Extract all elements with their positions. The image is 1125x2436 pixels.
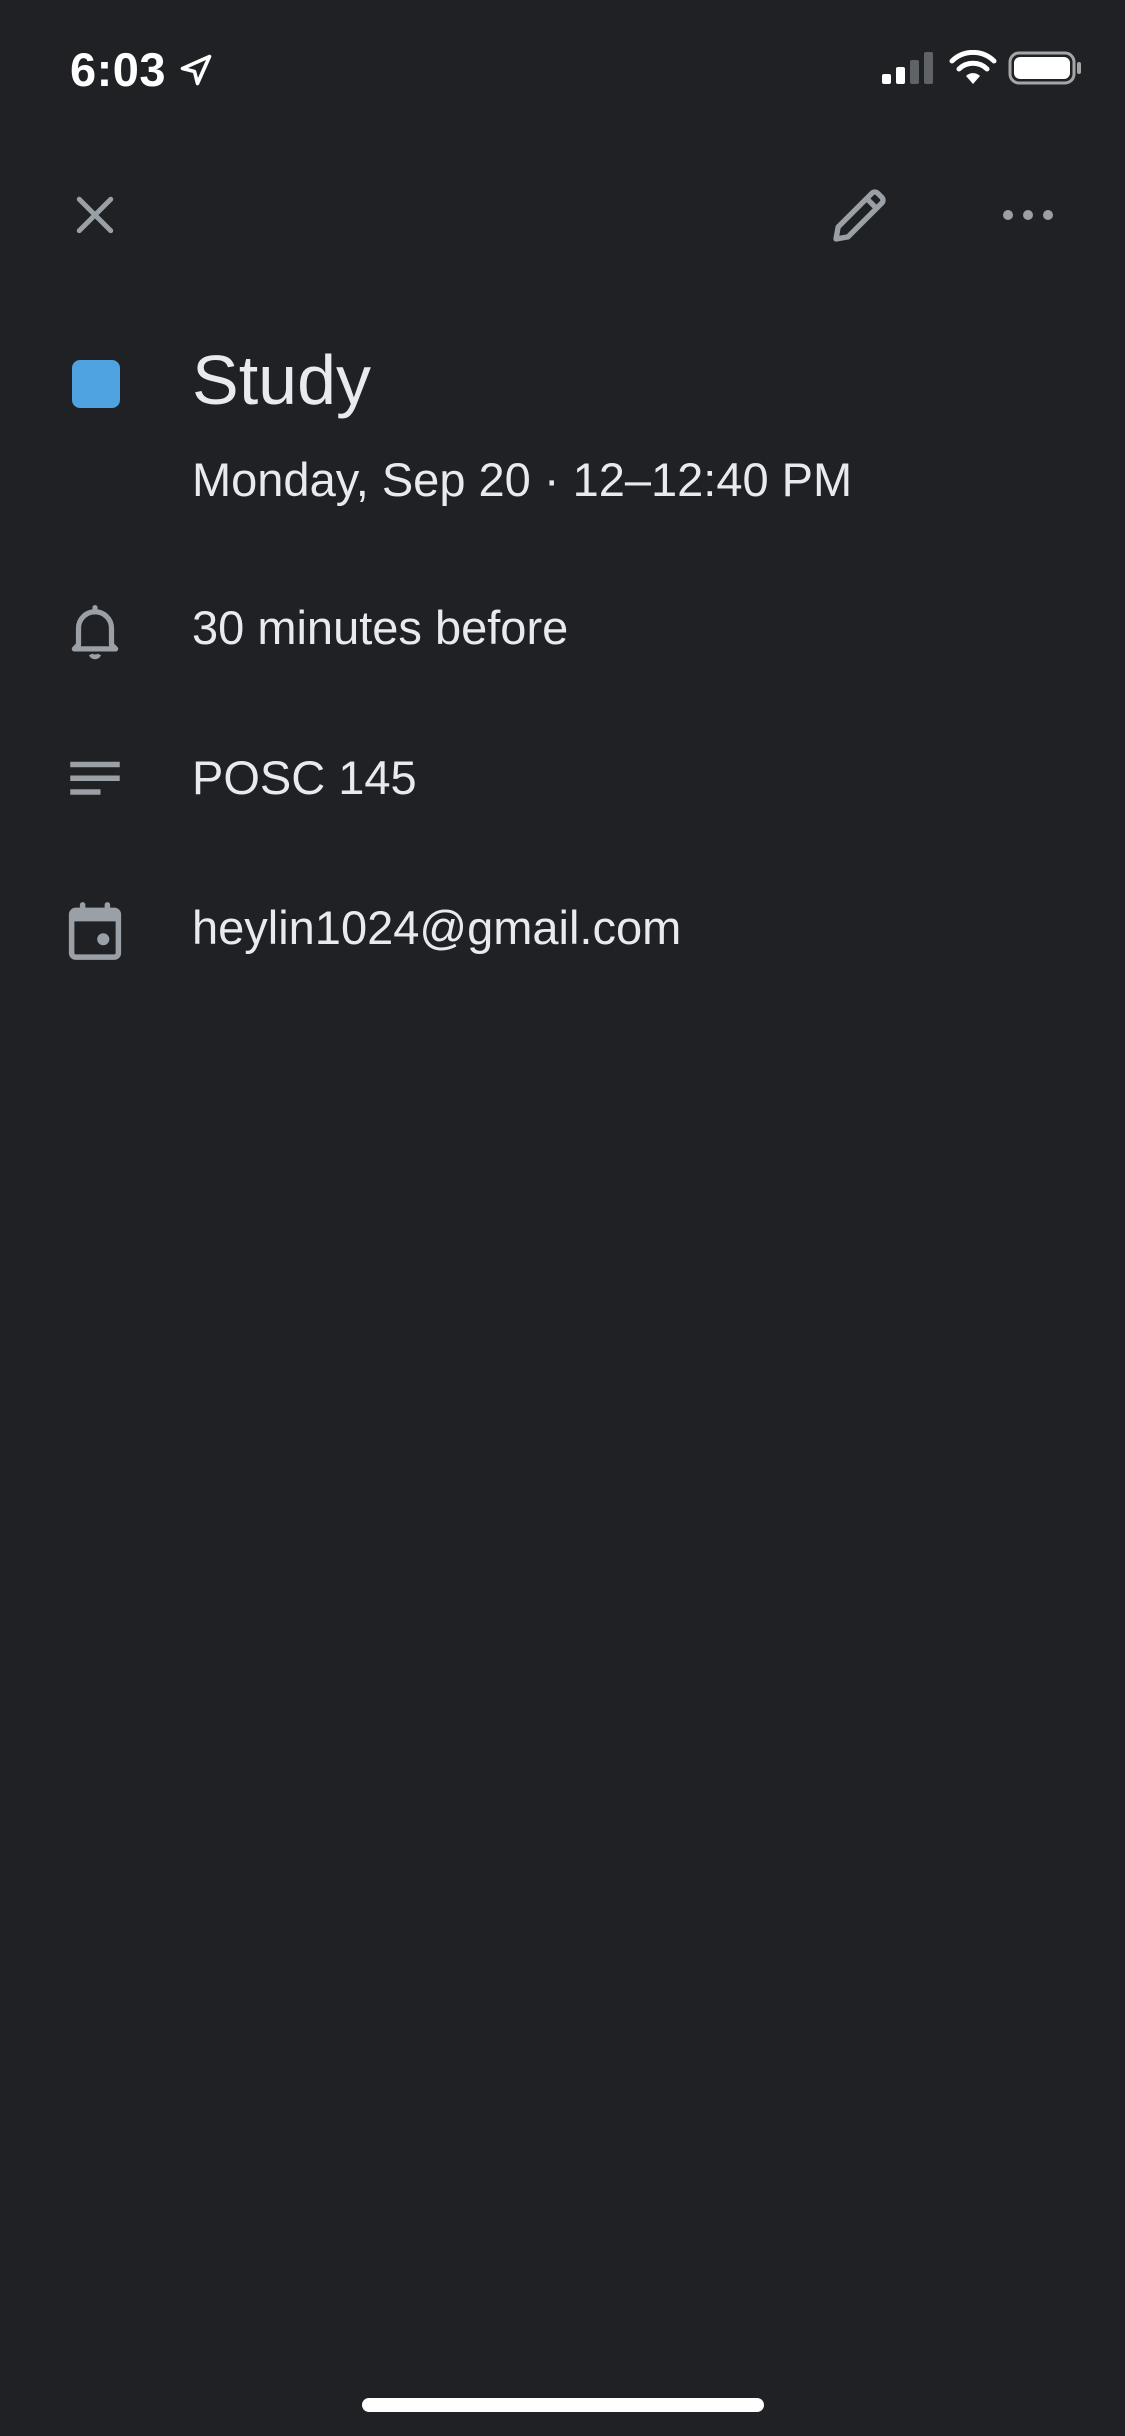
more-options-button[interactable] [983, 170, 1073, 260]
description-lines-icon [70, 761, 120, 795]
reminder-text: 30 minutes before [192, 601, 569, 654]
more-horizontal-icon [1003, 210, 1053, 220]
calendar-icon [68, 902, 122, 960]
event-detail-screen: 6:03 Study Monday, Sep 20 · 12–12:40 PM … [0, 0, 1125, 2436]
description-row: POSC 145 [0, 730, 1125, 820]
event-datetime: Monday, Sep 20 · 12–12:40 PM [192, 453, 853, 506]
status-bar: 6:03 [0, 0, 1125, 135]
event-title: Study [192, 341, 371, 419]
home-indicator[interactable] [362, 2398, 764, 2412]
location-arrow-icon [180, 54, 212, 86]
reminder-row: 30 minutes before [0, 580, 1125, 670]
edit-pencil-icon [833, 189, 886, 242]
event-color-swatch [72, 360, 120, 408]
status-time: 6:03 [70, 43, 167, 96]
close-button[interactable] [50, 170, 140, 260]
wifi-icon [949, 50, 997, 84]
bell-icon [71, 605, 119, 660]
cellular-signal-icon [882, 52, 933, 84]
close-icon [76, 196, 114, 234]
calendar-row: heylin1024@gmail.com [0, 880, 1125, 970]
battery-icon [1008, 51, 1081, 85]
description-text: POSC 145 [192, 751, 417, 804]
calendar-account-text: heylin1024@gmail.com [192, 901, 682, 954]
edit-button[interactable] [815, 170, 905, 260]
